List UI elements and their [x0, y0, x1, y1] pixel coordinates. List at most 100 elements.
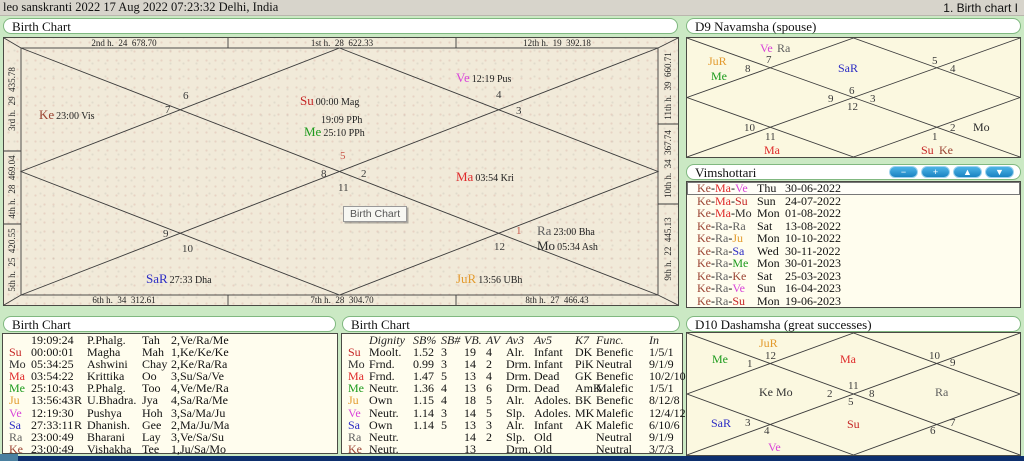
panel-header-d10[interactable]: D10 Dashamsha (great successes) — [686, 316, 1021, 332]
dasha-date: 30-06-2022 — [785, 182, 1020, 195]
panel-title: Birth Chart — [12, 20, 71, 33]
edge-label-8th-house: 8th h. 27 466.43 — [457, 295, 657, 305]
position-row: Ke 23:00:49 Vishakha Tee 1,Ju/Sa/Mo — [3, 443, 337, 455]
planet-label-rahu: Ra — [935, 385, 948, 400]
zoom-in-button[interactable]: + — [921, 166, 950, 178]
dasha-weekday: Mon — [757, 295, 785, 308]
syllable: Jya — [142, 394, 171, 406]
sign-number: 12 — [847, 101, 858, 113]
panel-header-d9[interactable]: D9 Navamsha (spouse) — [686, 18, 1021, 34]
panel-header-positions[interactable]: Birth Chart — [3, 316, 336, 332]
dasha-code: Ke-Ra-Su — [697, 295, 757, 308]
chart-info-text: leo sanskranti 2022 17 Aug 2022 07:23:32… — [0, 0, 278, 15]
app-window: leo sanskranti 2022 17 Aug 2022 07:23:32… — [0, 0, 1024, 461]
positions-table: 19:09:24 P.Phalg. Tah 2,Ve/Ra/Me Su 00:0… — [2, 333, 338, 454]
sign-number: 2 — [361, 168, 367, 180]
position-row: Ve 12:19:30 Pushya Hoh 3,Sa/Ma/Ju — [3, 407, 337, 419]
planet-label-moon: Mo05:34 Ash — [537, 237, 598, 255]
planet-label-ketu-moon: Ke Mo — [759, 385, 793, 400]
planet-label-mercury: Me — [711, 69, 727, 84]
sign-number: 12 — [494, 241, 505, 253]
dasha-date: 01-08-2022 — [785, 207, 1020, 220]
retrograde-flag: R — [74, 419, 87, 431]
sign-number: 3 — [745, 417, 751, 429]
syllable: Gee — [142, 419, 171, 431]
sign-number: 10 — [929, 350, 940, 362]
zoom-out-button[interactable]: − — [889, 166, 918, 178]
view-label: 1. Birth chart I — [943, 1, 1024, 15]
planet-label-jupiter-retro: JuR — [708, 54, 727, 69]
panel-header-birth-chart[interactable]: Birth Chart — [3, 18, 678, 34]
d9-chart-canvas[interactable]: 7 8 5 4 6 9 3 12 10 11 2 1 Ve Ra JuR Me … — [686, 37, 1021, 158]
sign-number: 2 — [950, 122, 956, 134]
sign-number: 10 — [744, 122, 755, 134]
planet-code: Ke — [348, 443, 369, 455]
sign-number: 11 — [848, 380, 859, 392]
pada-lords: 3,Sa/Ma/Ju — [171, 407, 225, 419]
planet-label-mars: Ma — [764, 143, 780, 158]
planet-label-saturn-retro: SaR — [711, 416, 731, 431]
dasha-weekday: Mon — [757, 207, 785, 220]
sign-number: 5 — [848, 396, 854, 408]
sign-number: 4 — [950, 63, 956, 75]
up-level-button[interactable]: ▲ — [953, 166, 982, 178]
edge-label-7th-house: 7th h. 28 304.70 — [242, 295, 442, 305]
sign-number: 7 — [165, 104, 171, 116]
syllable: Hoh — [142, 407, 171, 419]
planet-label-mars: Ma — [840, 352, 856, 367]
panel-header-vimshottari[interactable]: Vimshottari − + ▲ ▼ — [686, 164, 1021, 180]
nakshatra: U.Bhadra. — [87, 394, 142, 406]
planet-code: Ju — [9, 394, 31, 406]
dignity-table: Dignity SB% SB# VB. AV Av3 Av5 K7 Func. … — [341, 333, 683, 454]
planet-degrees: 12:19:30 — [31, 407, 74, 419]
sign-number: 8 — [321, 168, 327, 180]
d10-chart-canvas[interactable]: 12 1 10 9 11 2 8 5 3 4 7 6 JuR Me Ma Ke … — [686, 332, 1021, 456]
retrograde-flag — [74, 407, 87, 419]
retrograde-flag — [74, 346, 87, 358]
planet-code: Sa — [9, 419, 31, 431]
sign-number: 3 — [870, 93, 876, 105]
sign-number: 6 — [183, 90, 189, 102]
scroll-corner — [0, 454, 18, 461]
edge-label-12th-house: 12th h. 19 392.18 — [457, 38, 657, 48]
dignity-row: Ve Neutr. 1.14 3 14 5 Slp. Adoles. MK Ma… — [342, 407, 682, 419]
dignity-row: Ju Own 1.15 4 18 5 Alr. Adoles. BK Benef… — [342, 394, 682, 406]
nakshatra: Dhanish. — [87, 419, 142, 431]
sign-number-lagna: 1 — [516, 225, 522, 237]
birth-chart-canvas[interactable]: 2nd h. 24 678.70 1st h. 28 622.33 12th h… — [3, 37, 679, 306]
position-row: Ju 13:56:43 R U.Bhadra. Jya 4,Sa/Ra/Me — [3, 394, 337, 406]
title-bar: leo sanskranti 2022 17 Aug 2022 07:23:32… — [0, 0, 1024, 16]
position-row: Sa 27:33:11 R Dhanish. Gee 2,Ma/Ju/Ma — [3, 419, 337, 431]
sign-number: 4 — [764, 425, 770, 437]
dasha-date: 10-10-2022 — [785, 232, 1020, 245]
sign-number: 9 — [950, 357, 956, 369]
sign-number: 11 — [338, 182, 349, 194]
nakshatra: Vishakha — [87, 443, 142, 455]
planet-label-mars: Ma03:54 Kri — [456, 168, 514, 186]
planet-label-jupiter-retro: JuR13:56 UBh — [456, 270, 522, 288]
dasha-weekday: Mon — [757, 232, 785, 245]
retrograde-flag — [74, 358, 87, 370]
chart-tooltip: Birth Chart — [343, 206, 407, 222]
chart-lines — [687, 38, 1020, 157]
retrograde-flag — [74, 334, 87, 346]
dasha-row[interactable]: Ke-Ra-Su Mon 19-06-2023 — [687, 295, 1020, 308]
planet-code: Ju — [348, 394, 369, 406]
sign-number: 6 — [930, 425, 936, 437]
sign-number: 4 — [496, 89, 502, 101]
dasha-weekday: Sun — [757, 282, 785, 295]
pada-lords: 4,Sa/Ra/Me — [171, 394, 228, 406]
dignity-rows: Su Moolt. 1.52 3 19 4 Alr. Infant DK Ben… — [342, 346, 682, 455]
panel-header-dignity[interactable]: Birth Chart — [342, 316, 680, 332]
planet-degrees: 13:56:43 — [31, 394, 74, 406]
sign-number: 8 — [869, 388, 875, 400]
sign-number: 7 — [950, 417, 956, 429]
dasha-date: 19-06-2023 — [785, 295, 1020, 308]
planet-label-saturn-retro: SaR — [838, 61, 858, 76]
retrograde-flag — [74, 431, 87, 443]
planet-label-rahu: Ra — [777, 41, 790, 56]
bottom-window-border — [18, 456, 1024, 461]
edge-label-1st-house: 1st h. 28 622.33 — [242, 38, 442, 48]
chart-lines — [4, 38, 678, 305]
down-level-button[interactable]: ▼ — [985, 166, 1014, 178]
